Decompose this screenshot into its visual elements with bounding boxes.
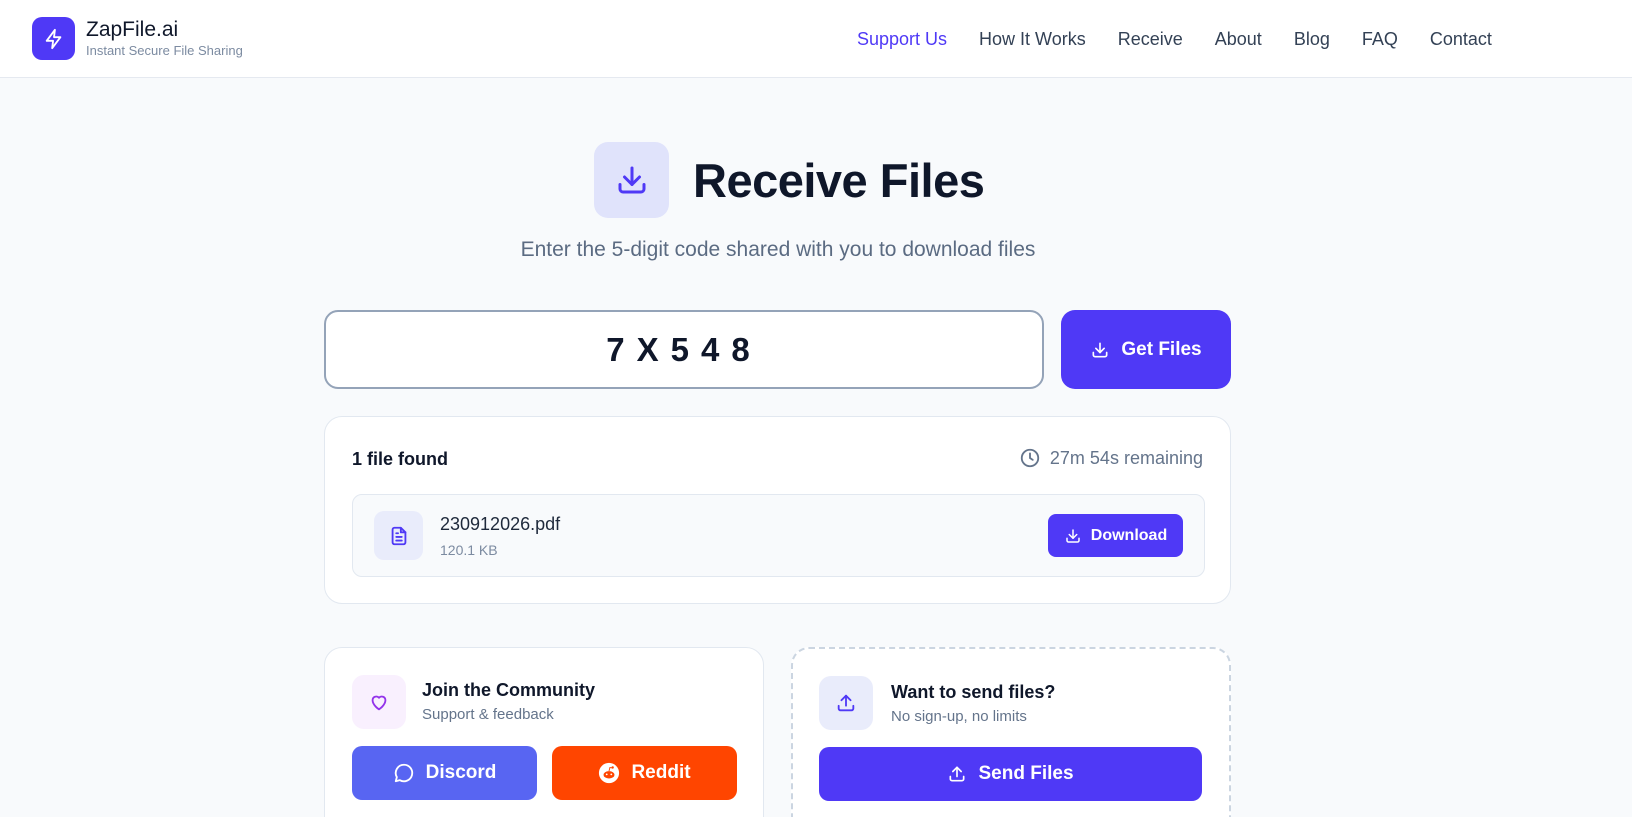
document-icon bbox=[374, 511, 423, 560]
nav-how-it-works[interactable]: How It Works bbox=[979, 27, 1086, 51]
send-title: Want to send files? bbox=[891, 682, 1056, 702]
page-heading: Receive Files bbox=[594, 142, 985, 218]
download-icon bbox=[594, 142, 669, 218]
community-card: Join the Community Support & feedback Di… bbox=[324, 647, 764, 817]
reddit-label: Reddit bbox=[631, 762, 691, 783]
nav-about[interactable]: About bbox=[1215, 27, 1262, 51]
send-subtitle: No sign-up, no limits bbox=[891, 708, 1027, 725]
nav-faq[interactable]: FAQ bbox=[1362, 27, 1398, 51]
community-title: Join the Community bbox=[422, 680, 596, 700]
get-files-button[interactable]: Get Files bbox=[1061, 310, 1231, 389]
main-nav: Support Us How It Works Receive About Bl… bbox=[857, 27, 1524, 51]
page-title: Receive Files bbox=[693, 153, 985, 207]
time-remaining: 27m 54s remaining bbox=[1019, 447, 1203, 469]
clock-icon bbox=[1020, 448, 1040, 468]
file-name: 230912026.pdf bbox=[440, 514, 561, 534]
time-remaining-text: 27m 54s remaining bbox=[1049, 447, 1203, 468]
chat-bubble-icon bbox=[394, 763, 413, 783]
heart-icon bbox=[352, 675, 406, 729]
reddit-button[interactable]: Reddit bbox=[552, 746, 737, 800]
logo[interactable]: ZapFile.ai Instant Secure File Sharing bbox=[32, 17, 243, 60]
download-label: Download bbox=[1090, 526, 1168, 544]
files-found-count: 1 file found bbox=[352, 449, 448, 469]
nav-support-us[interactable]: Support Us bbox=[857, 27, 947, 51]
send-files-label: Send Files bbox=[978, 763, 1074, 784]
nav-receive[interactable]: Receive bbox=[1118, 27, 1183, 51]
discord-button[interactable]: Discord bbox=[352, 746, 537, 800]
brand-tagline: Instant Secure File Sharing bbox=[86, 43, 243, 58]
upload-icon bbox=[819, 676, 873, 730]
nav-contact[interactable]: Contact bbox=[1430, 27, 1492, 51]
page-subtitle: Enter the 5-digit code shared with you t… bbox=[520, 238, 1036, 261]
discord-label: Discord bbox=[425, 762, 497, 783]
code-input[interactable] bbox=[324, 310, 1044, 389]
download-icon bbox=[1092, 342, 1108, 357]
brand-name: ZapFile.ai bbox=[86, 18, 179, 41]
reddit-icon bbox=[599, 762, 620, 784]
result-card: 1 file found 27m 54s remaining 230912026… bbox=[324, 416, 1231, 604]
lightning-icon bbox=[32, 17, 75, 60]
download-icon bbox=[1066, 528, 1080, 543]
nav-blog[interactable]: Blog bbox=[1294, 27, 1330, 51]
download-button[interactable]: Download bbox=[1048, 514, 1183, 557]
send-files-button[interactable]: Send Files bbox=[819, 747, 1202, 801]
site-header: ZapFile.ai Instant Secure File Sharing S… bbox=[0, 0, 1632, 78]
get-files-label: Get Files bbox=[1121, 338, 1202, 360]
send-files-card: Want to send files? No sign-up, no limit… bbox=[791, 647, 1231, 817]
file-row: 230912026.pdf 120.1 KB Download bbox=[352, 494, 1205, 577]
upload-icon bbox=[949, 766, 965, 782]
community-subtitle: Support & feedback bbox=[422, 706, 554, 723]
file-size: 120.1 KB bbox=[440, 542, 498, 558]
